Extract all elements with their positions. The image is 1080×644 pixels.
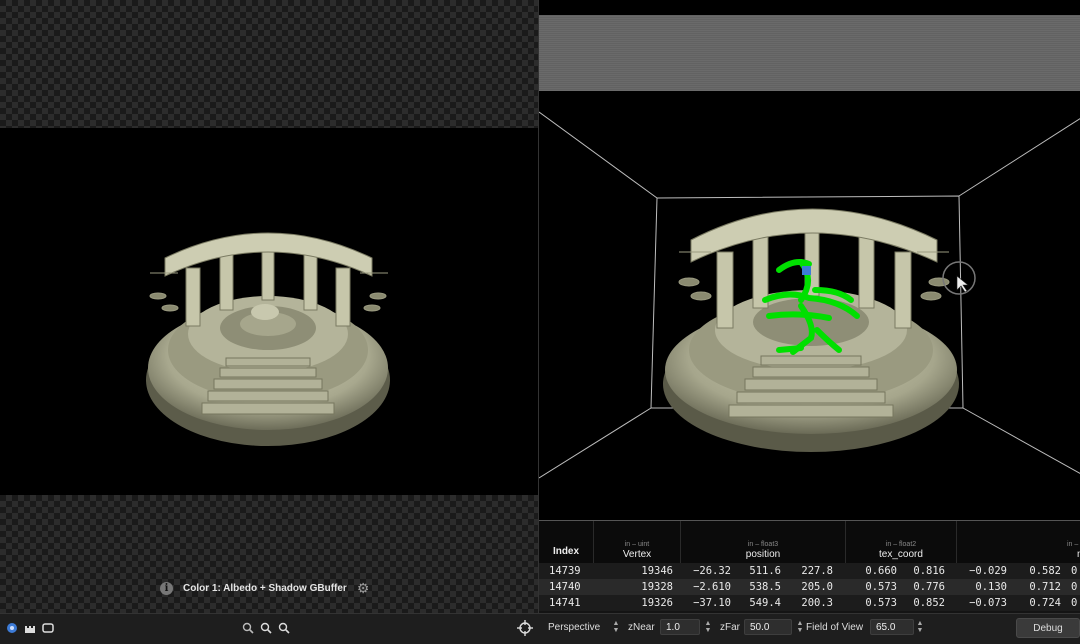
zoom-fit-icon[interactable] bbox=[258, 620, 274, 636]
column-header-vertex[interactable]: in – uint Vertex bbox=[594, 521, 681, 563]
zoom-in-icon[interactable] bbox=[276, 620, 292, 636]
zfar-stepper[interactable]: ▲ ▼ bbox=[796, 620, 804, 634]
gbuffer-texture-image[interactable] bbox=[0, 128, 538, 495]
znear-stepper[interactable]: ▲ ▼ bbox=[704, 620, 712, 634]
znear-field[interactable]: 1.0 bbox=[660, 619, 700, 635]
texture-viewer[interactable]: i Color 1: Albedo + Shadow GBuffer ⚙ bbox=[0, 0, 538, 613]
transparency-checkerboard-top bbox=[0, 0, 538, 128]
temple-render-albedo bbox=[146, 232, 390, 446]
frame-icon[interactable] bbox=[40, 620, 56, 636]
texture-name-label: Color 1: Albedo + Shadow GBuffer bbox=[183, 582, 347, 594]
texture-caption-bar: i Color 1: Albedo + Shadow GBuffer ⚙ bbox=[160, 578, 369, 598]
znear-label: zNear bbox=[628, 622, 655, 633]
selected-vertex-marker bbox=[802, 266, 811, 275]
texture-viewer-toolbar bbox=[0, 613, 538, 644]
zoom-out-icon[interactable] bbox=[240, 620, 256, 636]
zfar-label: zFar bbox=[720, 622, 740, 633]
castle-icon[interactable] bbox=[22, 620, 38, 636]
fov-label: Field of View bbox=[806, 622, 864, 633]
debug-button[interactable]: Debug bbox=[1016, 618, 1080, 638]
table-header: Index in – uint Vertex in – float3 posit… bbox=[539, 520, 1080, 564]
crosshair-icon[interactable] bbox=[516, 619, 534, 637]
projection-select[interactable]: Perspective bbox=[548, 622, 600, 633]
pointer-icon bbox=[956, 275, 969, 293]
gear-icon[interactable]: ⚙ bbox=[357, 580, 370, 597]
geometry-viewer[interactable] bbox=[538, 0, 1080, 520]
fov-stepper[interactable]: ▲ ▼ bbox=[916, 620, 924, 634]
vertex-attribute-table[interactable]: Index in – uint Vertex in – float3 posit… bbox=[538, 520, 1080, 613]
geometry-viewport[interactable] bbox=[539, 0, 1080, 520]
info-icon[interactable]: i bbox=[160, 581, 173, 595]
projection-chevron-icon[interactable]: ▲ ▼ bbox=[612, 620, 620, 634]
table-row[interactable]: 14739 19346 −26.32 511.6 227.8 0.660 0.8… bbox=[539, 563, 1080, 579]
zfar-field[interactable]: 50.0 bbox=[744, 619, 792, 635]
column-header-normal[interactable]: in – half4 normal bbox=[957, 521, 1080, 563]
fov-field[interactable]: 65.0 bbox=[870, 619, 914, 635]
camera-settings-bar: Perspective ▲ ▼ zNear 1.0 ▲ ▼ zFar 50.0 ▲ ▼… bbox=[538, 613, 1080, 644]
table-row[interactable]: 14741 19326 −37.10 549.4 200.3 0.573 0.8… bbox=[539, 595, 1080, 611]
column-header-position[interactable]: in – float3 position bbox=[681, 521, 846, 563]
column-header-tex-coord[interactable]: in – float2 tex_coord bbox=[846, 521, 957, 563]
app-icon[interactable] bbox=[4, 620, 20, 636]
column-header-index[interactable]: Index bbox=[539, 521, 594, 563]
table-row[interactable]: 14740 19328 −2.610 538.5 205.0 0.573 0.7… bbox=[539, 579, 1080, 595]
